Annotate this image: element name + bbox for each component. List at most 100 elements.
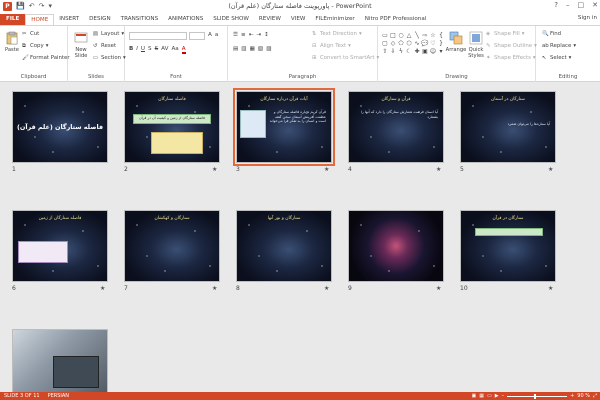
align-right-icon[interactable]: ▦	[250, 46, 255, 52]
shape-fill-button[interactable]: ◈ Shape Fill ▾	[486, 31, 525, 37]
slide-thumbnail[interactable]: فاصله ستارگان (علم قرآن)	[12, 91, 108, 163]
tab-file[interactable]: FILE	[0, 14, 26, 25]
slide-thumbnail[interactable]: ستارگان و کهکشان	[124, 210, 220, 282]
shape-outline-button[interactable]: ✎ Shape Outline ▾	[486, 43, 537, 49]
zoom-percent[interactable]: 90 %	[577, 393, 590, 399]
convert-smartart-button[interactable]: ⊞ Convert to SmartArt ▾	[312, 55, 379, 61]
shape-cube-icon[interactable]: ▣	[421, 48, 429, 56]
find-button[interactable]: 🔍 Find	[542, 31, 561, 37]
shape-effects-button[interactable]: ✦ Shape Effects ▾	[486, 55, 536, 61]
shape-curve-icon[interactable]: ∿	[413, 40, 421, 48]
tab-animations[interactable]: ANIMATIONS	[163, 14, 208, 25]
shrink-font-icon[interactable]: a	[215, 32, 218, 38]
char-spacing-button[interactable]: AV	[161, 46, 168, 54]
zoom-in-icon[interactable]: +	[570, 393, 574, 399]
replace-button[interactable]: ab Replace ▾	[542, 43, 576, 49]
fit-to-window-icon[interactable]: ⤢	[593, 393, 597, 399]
slide-thumbnail[interactable]: قرآن و ستارگان آیا انسان فرصت شمارش ستار…	[348, 91, 444, 163]
slideshow-view-icon[interactable]: ▶	[495, 393, 499, 399]
paste-button[interactable]: Paste	[3, 31, 21, 53]
bullets-icon[interactable]: ☰	[233, 32, 238, 38]
slide-sorter-view-icon[interactable]: ▦	[479, 393, 484, 399]
columns-icon[interactable]: ▨	[266, 46, 271, 52]
shape-rounded-icon[interactable]: ▢	[381, 40, 389, 48]
animation-star-icon[interactable]: ★	[324, 285, 329, 292]
grow-font-icon[interactable]: A	[208, 32, 212, 38]
close-button[interactable]: ✕	[592, 1, 598, 9]
shape-arrow-down-icon[interactable]: ⇩	[389, 48, 397, 56]
animation-star-icon[interactable]: ★	[212, 285, 217, 292]
tab-insert[interactable]: INSERT	[54, 14, 84, 25]
tab-nitro-pdf[interactable]: Nitro PDF Professional	[360, 14, 432, 25]
copy-dropdown-icon[interactable]: ▾	[46, 43, 49, 49]
minimize-button[interactable]: –	[566, 1, 570, 9]
numbering-icon[interactable]: ≡	[241, 32, 246, 38]
animation-star-icon[interactable]: ★	[100, 285, 105, 292]
tab-review[interactable]: REVIEW	[254, 14, 286, 25]
slide-thumbnail[interactable]: فاصله ستارگان از زمین	[12, 210, 108, 282]
shape-moon-icon[interactable]: ☾	[405, 48, 413, 56]
decrease-indent-icon[interactable]: ⇤	[249, 32, 254, 38]
language-indicator[interactable]: PERSIAN	[44, 393, 73, 399]
text-direction-button[interactable]: ⇅ Text Direction ▾	[312, 31, 362, 37]
shape-hexagon-icon[interactable]: ⬡	[405, 40, 413, 48]
slide-thumbnail[interactable]	[12, 329, 108, 400]
tab-home[interactable]: HOME	[25, 14, 55, 25]
format-painter-button[interactable]: 🖌 Format Painter	[22, 55, 70, 61]
underline-button[interactable]: U	[141, 46, 145, 54]
font-color-button[interactable]: A	[181, 46, 186, 54]
restore-button[interactable]: □	[578, 1, 585, 9]
animation-star-icon[interactable]: ★	[324, 166, 329, 173]
font-size-input[interactable]	[189, 32, 205, 40]
shape-line-icon[interactable]: ╲	[413, 32, 421, 40]
align-text-button[interactable]: ⊟ Align Text ▾	[312, 43, 351, 49]
shape-arrow-icon[interactable]: ⇨	[421, 32, 429, 40]
shape-heart-icon[interactable]: ♡	[429, 40, 437, 48]
reset-button[interactable]: ↺ Reset	[93, 43, 116, 49]
slide-thumbnail[interactable]	[348, 210, 444, 282]
increase-indent-icon[interactable]: ⇥	[256, 32, 261, 38]
redo-icon[interactable]: ↷	[39, 2, 45, 10]
animation-star-icon[interactable]: ★	[548, 166, 553, 173]
animation-star-icon[interactable]: ★	[436, 285, 441, 292]
animation-star-icon[interactable]: ★	[436, 166, 441, 173]
undo-icon[interactable]: ↶	[29, 2, 35, 10]
shape-arrow-up-icon[interactable]: ⇧	[381, 48, 389, 56]
tab-design[interactable]: DESIGN	[84, 14, 116, 25]
tab-transitions[interactable]: TRANSITIONS	[116, 14, 164, 25]
new-slide-button[interactable]: New Slide	[71, 31, 91, 59]
tab-slide-show[interactable]: SLIDE SHOW	[208, 14, 254, 25]
shape-more-icon[interactable]: ▾	[437, 48, 445, 56]
strikethrough-button[interactable]: S	[155, 46, 159, 54]
zoom-slider-knob[interactable]	[534, 393, 537, 399]
slide-thumbnail-selected[interactable]: آیات قرآن درباره ستارگان قرآن کریم دربار…	[233, 88, 335, 166]
shape-diamond-icon[interactable]: ◇	[389, 40, 397, 48]
bold-button[interactable]: B	[129, 46, 133, 54]
slide-thumbnail[interactable]: ستارگان در آسمان آیا ستاره‌ها را می‌توان…	[460, 91, 556, 163]
select-button[interactable]: ↖ Select ▾	[542, 55, 571, 61]
sign-in-link[interactable]: Sign in	[578, 15, 597, 21]
shape-brace-close-icon[interactable]: }	[437, 40, 445, 48]
shape-triangle-icon[interactable]: △	[405, 32, 413, 40]
tab-view[interactable]: VIEW	[286, 14, 311, 25]
shapes-gallery[interactable]: ▭ □ ○ △ ╲ ⇨ ☆ { ▢ ◇ ⬠ ⬡ ∿ 💬 ♡ } ⇧ ⇩ ϟ ☾ …	[381, 32, 445, 58]
shape-brace-icon[interactable]: {	[437, 32, 445, 40]
shape-pentagon-icon[interactable]: ⬠	[397, 40, 405, 48]
slide-thumbnail[interactable]: ستارگان و نور آنها	[236, 210, 332, 282]
animation-star-icon[interactable]: ★	[548, 285, 553, 292]
change-case-button[interactable]: Aa	[171, 46, 178, 54]
italic-button[interactable]: I	[136, 46, 138, 54]
align-center-icon[interactable]: ▥	[241, 46, 246, 52]
copy-button[interactable]: ⧉ Copy ▾	[22, 43, 48, 49]
align-left-icon[interactable]: ▤	[233, 46, 238, 52]
reading-view-icon[interactable]: ▭	[487, 393, 492, 399]
shape-oval-icon[interactable]: ○	[397, 32, 405, 40]
shape-callout-icon[interactable]: 💬	[421, 40, 429, 48]
zoom-slider[interactable]	[507, 393, 568, 399]
line-spacing-icon[interactable]: ↕	[264, 32, 269, 38]
shadow-button[interactable]: S	[148, 46, 152, 54]
justify-icon[interactable]: ▧	[258, 46, 263, 52]
section-button[interactable]: ▭ Section ▾	[93, 55, 126, 61]
shape-lightning-icon[interactable]: ϟ	[397, 48, 405, 56]
tab-fileminimizer[interactable]: FILEminimizer	[310, 14, 359, 25]
